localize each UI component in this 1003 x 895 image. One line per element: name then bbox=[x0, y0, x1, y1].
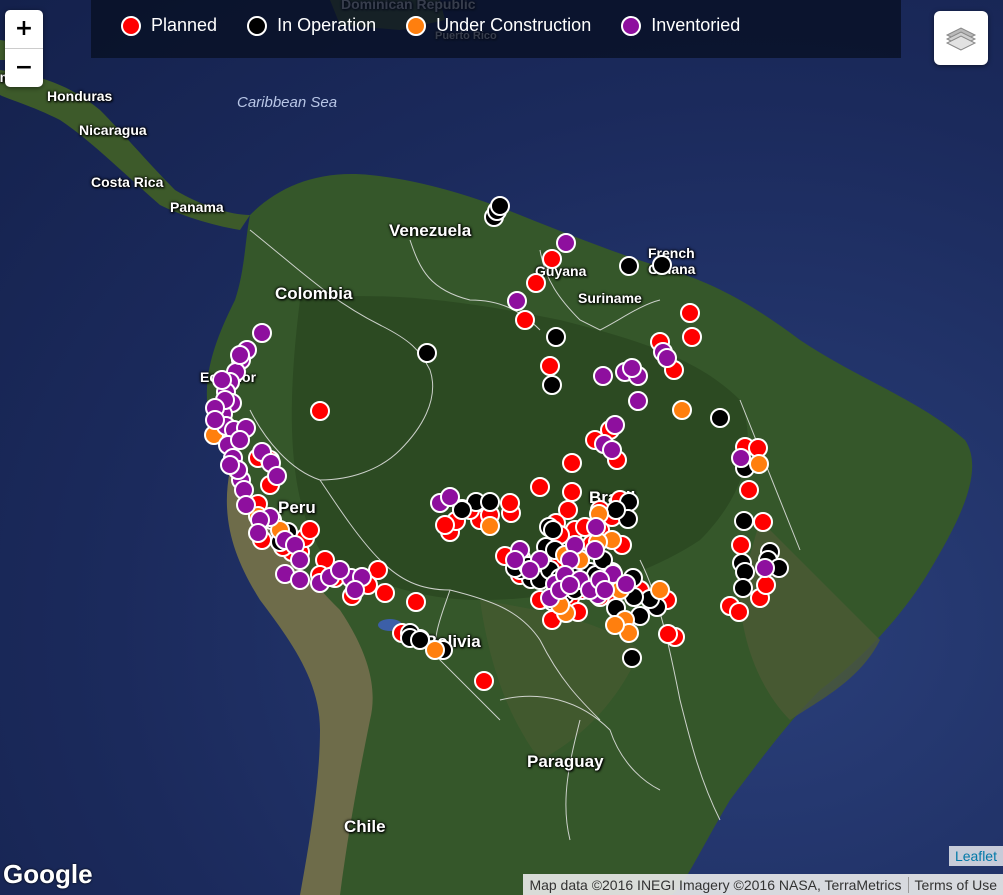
under-construction-dot-icon bbox=[406, 15, 427, 36]
dam-marker-in-operation[interactable] bbox=[733, 578, 753, 598]
dam-marker-inventoried[interactable] bbox=[602, 440, 622, 460]
dam-marker-in-operation[interactable] bbox=[622, 648, 642, 668]
dam-marker-planned[interactable] bbox=[562, 482, 582, 502]
dam-marker-planned[interactable] bbox=[753, 512, 773, 532]
dam-marker-inventoried[interactable] bbox=[731, 448, 751, 468]
dam-marker-inventoried[interactable] bbox=[252, 323, 272, 343]
zoom-control: + − bbox=[5, 10, 43, 87]
dam-marker-inventoried[interactable] bbox=[560, 575, 580, 595]
legend-label: Inventoried bbox=[651, 15, 741, 35]
dam-marker-planned[interactable] bbox=[658, 624, 678, 644]
map-attribution: Map data ©2016 INEGI Imagery ©2016 NASA,… bbox=[523, 874, 1003, 895]
legend-item-planned[interactable]: Planned bbox=[121, 15, 217, 36]
dam-marker-inventoried[interactable] bbox=[595, 580, 615, 600]
google-logo: Google bbox=[3, 859, 93, 889]
dam-marker-inventoried[interactable] bbox=[267, 466, 287, 486]
dam-marker-under-construction[interactable] bbox=[425, 640, 445, 660]
dam-marker-inventoried[interactable] bbox=[205, 410, 225, 430]
dam-marker-planned[interactable] bbox=[435, 515, 455, 535]
dam-marker-inventoried[interactable] bbox=[290, 550, 310, 570]
dam-marker-in-operation[interactable] bbox=[619, 256, 639, 276]
dam-marker-planned[interactable] bbox=[530, 477, 550, 497]
dam-marker-inventoried[interactable] bbox=[212, 370, 232, 390]
dam-marker-planned[interactable] bbox=[739, 480, 759, 500]
dam-marker-inventoried[interactable] bbox=[586, 517, 606, 537]
dam-marker-planned[interactable] bbox=[310, 401, 330, 421]
legend-label: In Operation bbox=[277, 15, 377, 35]
in-operation-dot-icon bbox=[247, 15, 268, 36]
legend-item-under-construction[interactable]: Under Construction bbox=[406, 15, 591, 36]
dam-marker-in-operation[interactable] bbox=[606, 500, 626, 520]
dam-marker-under-construction[interactable] bbox=[672, 400, 692, 420]
legend-label: Under Construction bbox=[436, 15, 592, 35]
dam-marker-inventoried[interactable] bbox=[230, 345, 250, 365]
basemap-imagery bbox=[0, 0, 973, 895]
zoom-out-button[interactable]: − bbox=[5, 48, 43, 87]
inventoried-dot-icon bbox=[621, 15, 642, 36]
dam-marker-planned[interactable] bbox=[500, 493, 520, 513]
legend: Planned In Operation Under Construction … bbox=[91, 0, 901, 58]
dam-marker-inventoried[interactable] bbox=[605, 415, 625, 435]
planned-dot-icon bbox=[121, 15, 141, 36]
legend-item-inventoried[interactable]: Inventoried bbox=[621, 15, 740, 36]
dam-marker-in-operation[interactable] bbox=[480, 492, 500, 512]
dam-marker-planned[interactable] bbox=[680, 303, 700, 323]
dam-marker-inventoried[interactable] bbox=[520, 560, 540, 580]
dam-marker-in-operation[interactable] bbox=[542, 375, 562, 395]
dam-marker-inventoried[interactable] bbox=[585, 540, 605, 560]
legend-label: Planned bbox=[151, 15, 218, 35]
dam-marker-under-construction[interactable] bbox=[749, 454, 769, 474]
dam-marker-inventoried[interactable] bbox=[755, 558, 775, 578]
dam-marker-inventoried[interactable] bbox=[657, 348, 677, 368]
dam-marker-inventoried[interactable] bbox=[556, 233, 576, 253]
legend-item-in-operation[interactable]: In Operation bbox=[247, 15, 376, 36]
dam-marker-under-construction[interactable] bbox=[480, 516, 500, 536]
dam-marker-inventoried[interactable] bbox=[440, 487, 460, 507]
dam-marker-inventoried[interactable] bbox=[628, 391, 648, 411]
dam-marker-inventoried[interactable] bbox=[248, 523, 268, 543]
dam-marker-inventoried[interactable] bbox=[330, 560, 350, 580]
dam-marker-inventoried[interactable] bbox=[622, 358, 642, 378]
dam-marker-inventoried[interactable] bbox=[230, 430, 250, 450]
dam-marker-inventoried[interactable] bbox=[507, 291, 527, 311]
map-container[interactable]: Dominican Republic Puerto Rico Guatemala… bbox=[0, 0, 1003, 895]
dam-marker-in-operation[interactable] bbox=[417, 343, 437, 363]
dam-marker-planned[interactable] bbox=[682, 327, 702, 347]
dam-marker-planned[interactable] bbox=[375, 583, 395, 603]
dam-marker-planned[interactable] bbox=[540, 356, 560, 376]
dam-marker-under-construction[interactable] bbox=[605, 615, 625, 635]
dam-marker-inventoried[interactable] bbox=[290, 570, 310, 590]
dam-marker-under-construction[interactable] bbox=[650, 580, 670, 600]
dam-marker-planned[interactable] bbox=[729, 602, 749, 622]
dam-marker-in-operation[interactable] bbox=[710, 408, 730, 428]
dam-marker-in-operation[interactable] bbox=[546, 327, 566, 347]
dam-marker-planned[interactable] bbox=[406, 592, 426, 612]
dam-marker-planned[interactable] bbox=[515, 310, 535, 330]
dam-marker-planned[interactable] bbox=[756, 575, 776, 595]
zoom-in-button[interactable]: + bbox=[5, 10, 43, 48]
layers-control-button[interactable] bbox=[934, 11, 988, 65]
layers-icon bbox=[945, 27, 977, 51]
dam-marker-planned[interactable] bbox=[542, 249, 562, 269]
dam-marker-planned[interactable] bbox=[731, 535, 751, 555]
dam-marker-planned[interactable] bbox=[562, 453, 582, 473]
terms-of-use-link[interactable]: Terms of Use bbox=[907, 876, 1003, 893]
dam-marker-in-operation[interactable] bbox=[652, 255, 672, 275]
map-data-attribution: Map data ©2016 INEGI Imagery ©2016 NASA,… bbox=[529, 876, 902, 893]
dam-marker-planned[interactable] bbox=[526, 273, 546, 293]
leaflet-link[interactable]: Leaflet bbox=[948, 846, 1003, 866]
dam-marker-inventoried[interactable] bbox=[345, 580, 365, 600]
dam-marker-in-operation[interactable] bbox=[734, 511, 754, 531]
dam-marker-planned[interactable] bbox=[300, 520, 320, 540]
dam-marker-inventoried[interactable] bbox=[616, 574, 636, 594]
dam-marker-planned[interactable] bbox=[474, 671, 494, 691]
dam-marker-inventoried[interactable] bbox=[593, 366, 613, 386]
dam-marker-inventoried[interactable] bbox=[220, 455, 240, 475]
dam-marker-in-operation[interactable] bbox=[490, 196, 510, 216]
